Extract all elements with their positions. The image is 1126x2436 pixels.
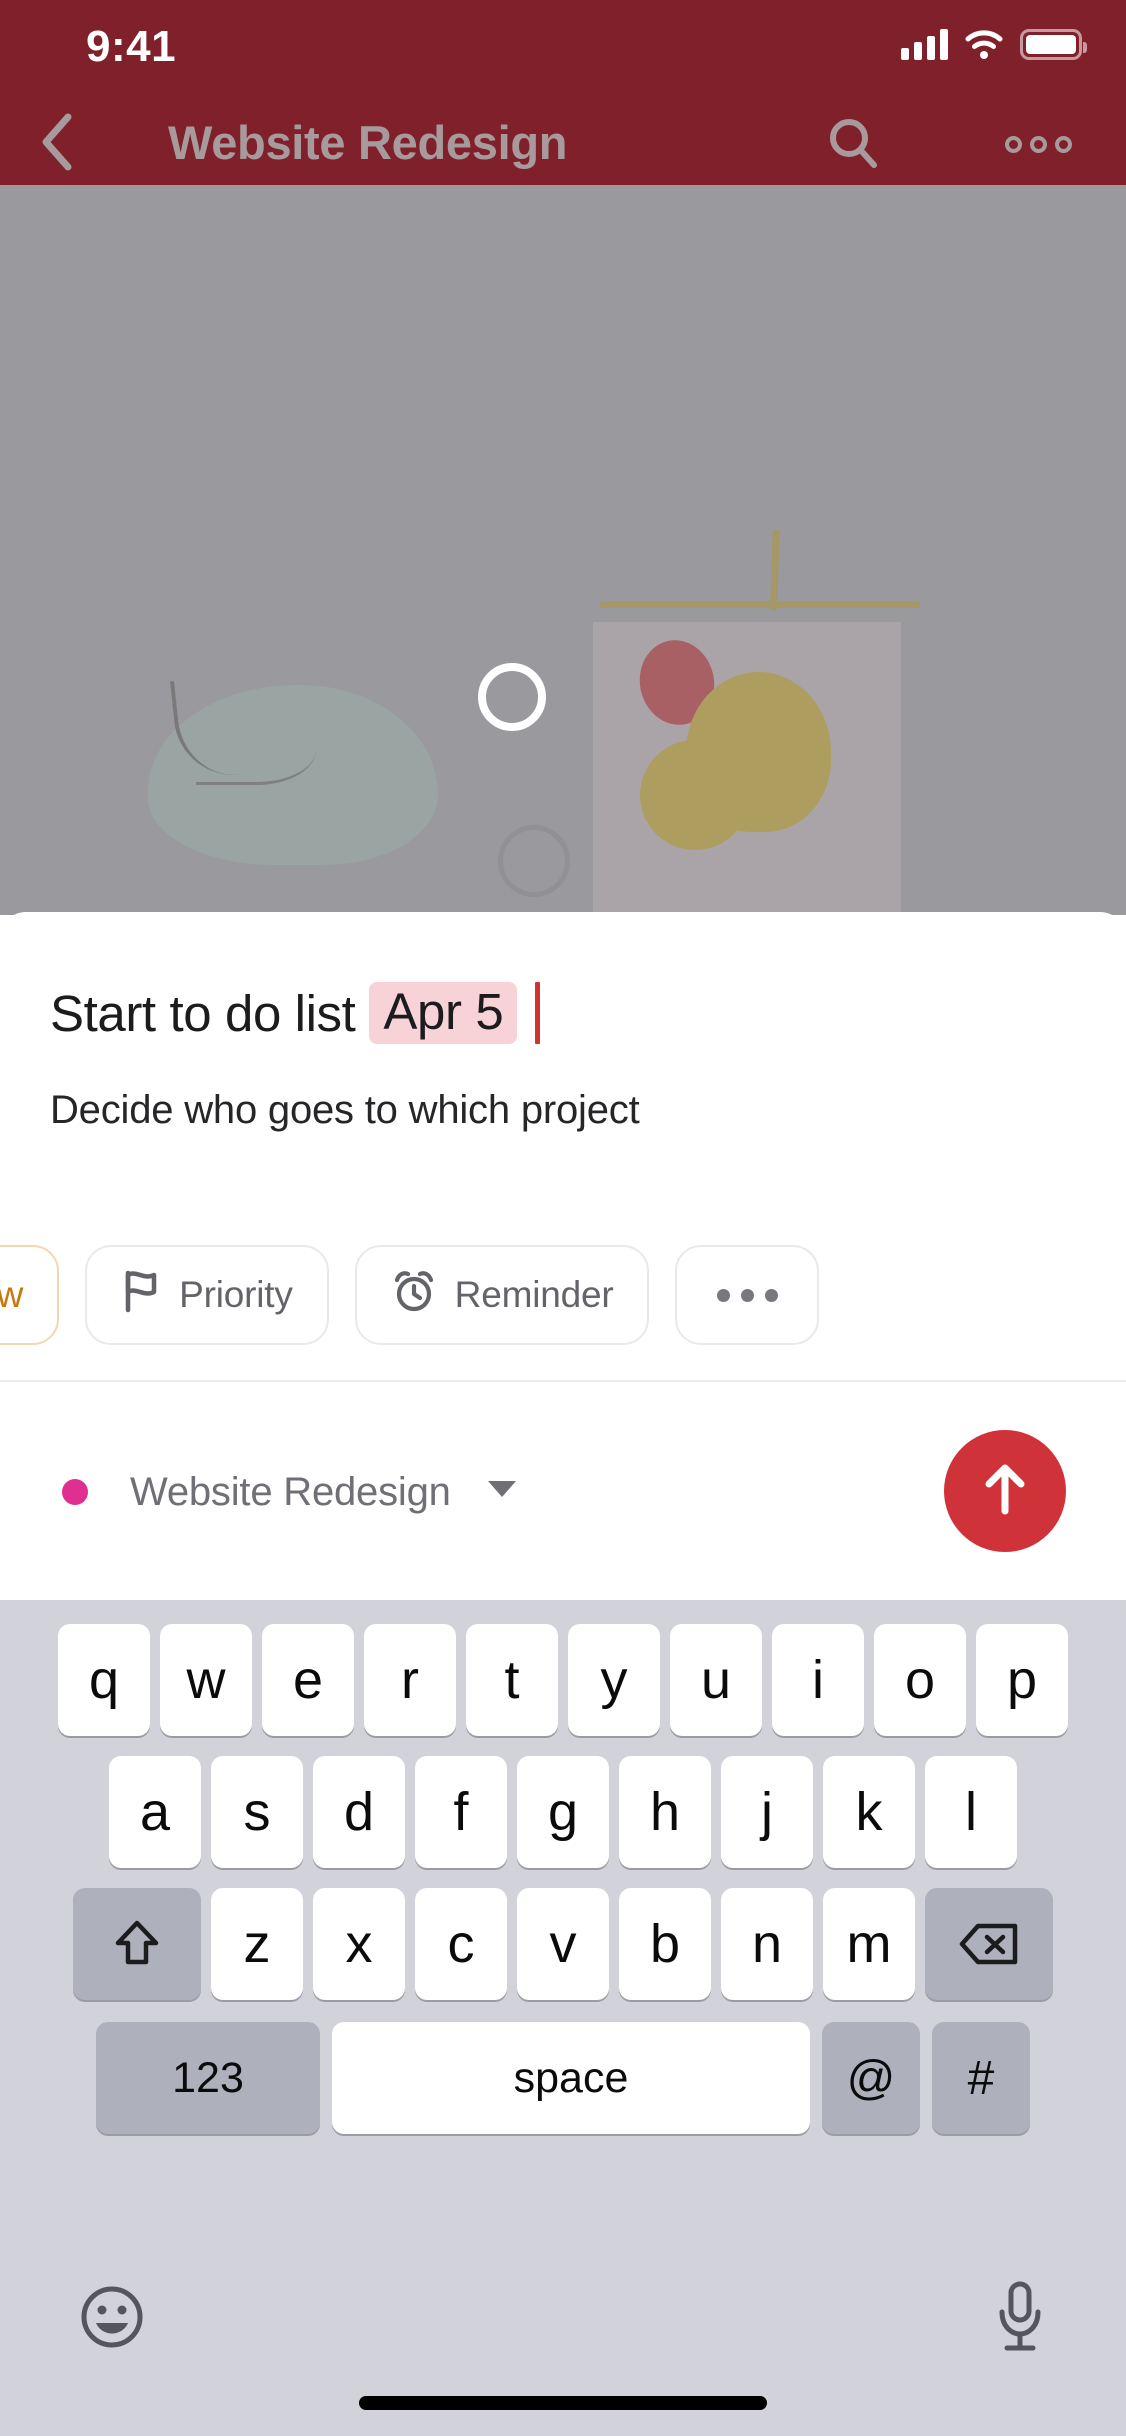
key-l[interactable]: l: [925, 1756, 1017, 1868]
key-e[interactable]: e: [262, 1624, 354, 1736]
focus-ring[interactable]: [478, 663, 546, 731]
flag-icon: [121, 1269, 161, 1322]
key-g[interactable]: g: [517, 1756, 609, 1868]
key-n[interactable]: n: [721, 1888, 813, 2000]
key-r[interactable]: r: [364, 1624, 456, 1736]
key-at[interactable]: @: [822, 2022, 920, 2134]
send-button[interactable]: [944, 1430, 1066, 1552]
illustration-wire-loop: [498, 825, 570, 897]
text-caret: [535, 982, 541, 1044]
battery-icon: [1020, 28, 1087, 60]
reminder-chip[interactable]: Reminder: [354, 1245, 650, 1345]
key-d[interactable]: d: [313, 1756, 405, 1868]
key-y[interactable]: y: [568, 1624, 660, 1736]
task-title-text: Start to do list: [50, 984, 356, 1042]
status-bar-indicators: [901, 28, 1087, 60]
key-h[interactable]: h: [619, 1756, 711, 1868]
page-title: Website Redesign: [168, 115, 568, 169]
more-options-icon[interactable]: [1000, 106, 1076, 182]
search-icon[interactable]: [816, 106, 892, 182]
key-u[interactable]: u: [670, 1624, 762, 1736]
more-horizontal-icon-dot: [740, 1288, 754, 1302]
chevron-down-icon[interactable]: [488, 1481, 516, 1497]
key-o[interactable]: o: [874, 1624, 966, 1736]
project-name-label[interactable]: Website Redesign: [130, 1462, 451, 1522]
key-q[interactable]: q: [58, 1624, 150, 1736]
key-f[interactable]: f: [415, 1756, 507, 1868]
cellular-signal-icon: [901, 28, 948, 60]
chevron-left-icon[interactable]: [20, 104, 96, 180]
key-k[interactable]: k: [823, 1756, 915, 1868]
date-chip[interactable]: Apr 5: [369, 982, 518, 1044]
keyboard-row-1: q w e r t y u i o p: [0, 1624, 1126, 1736]
arrow-up-icon: [977, 1459, 1033, 1524]
due-date-chip[interactable]: rrow: [0, 1245, 60, 1345]
key-s[interactable]: s: [211, 1756, 303, 1868]
emoji-smiley-icon[interactable]: [78, 2283, 146, 2356]
backspace-icon[interactable]: [925, 1888, 1053, 2000]
keyboard-bottom-bar: [0, 2264, 1126, 2374]
phone-screen: 9:41 Website Redesign Start to do list A…: [0, 0, 1126, 2436]
shift-icon[interactable]: [73, 1888, 201, 2000]
quick-action-chip-row[interactable]: rrow Priority: [0, 1230, 1126, 1360]
key-i[interactable]: i: [772, 1624, 864, 1736]
more-horizontal-icon-dot: [764, 1288, 778, 1302]
software-keyboard[interactable]: q w e r t y u i o p a s d f g h j k l z …: [0, 1600, 1126, 2436]
key-a[interactable]: a: [109, 1756, 201, 1868]
illustration-rail: [600, 601, 920, 608]
status-bar-time: 9:41: [86, 22, 177, 71]
home-indicator: [359, 2396, 767, 2410]
keyboard-row-3: z x c v b n m: [0, 1888, 1126, 2000]
key-x[interactable]: x: [313, 1888, 405, 2000]
key-j[interactable]: j: [721, 1756, 813, 1868]
priority-chip[interactable]: Priority: [85, 1245, 329, 1345]
key-c[interactable]: c: [415, 1888, 507, 2000]
key-numbers[interactable]: 123: [96, 2022, 320, 2134]
keyboard-row-4: 123 space @ #: [0, 2022, 1126, 2134]
key-v[interactable]: v: [517, 1888, 609, 2000]
illustration: [0, 185, 1126, 915]
media-preview-area[interactable]: [0, 185, 1126, 915]
key-z[interactable]: z: [211, 1888, 303, 2000]
illustration-yellow-shape-a: [686, 672, 831, 832]
keyboard-row-2: a s d f g h j k l: [0, 1756, 1126, 1868]
task-composer-sheet: Start to do list Apr 5 Decide who goes t…: [0, 912, 1126, 1600]
key-p[interactable]: p: [976, 1624, 1068, 1736]
status-bar: 9:41: [0, 0, 1126, 100]
illustration-stick: [770, 529, 780, 611]
reminder-chip-label: Reminder: [454, 1274, 614, 1315]
navigation-bar: Website Redesign: [0, 100, 1126, 185]
key-t[interactable]: t: [466, 1624, 558, 1736]
wifi-icon: [964, 28, 1004, 60]
priority-chip-label: Priority: [179, 1274, 293, 1315]
due-date-chip-label: rrow: [0, 1274, 24, 1315]
project-selector-row: Website Redesign: [0, 1382, 1126, 1600]
task-description-input[interactable]: Decide who goes to which project: [50, 1088, 1086, 1133]
key-hash[interactable]: #: [932, 2022, 1030, 2134]
project-color-dot: [62, 1479, 88, 1505]
task-title-input[interactable]: Start to do list Apr 5: [50, 982, 1086, 1044]
illustration-stem-secondary: [196, 715, 316, 785]
microphone-icon[interactable]: [992, 2279, 1048, 2360]
key-w[interactable]: w: [160, 1624, 252, 1736]
key-m[interactable]: m: [823, 1888, 915, 2000]
more-horizontal-icon-dot: [716, 1288, 730, 1302]
key-b[interactable]: b: [619, 1888, 711, 2000]
alarm-clock-icon: [391, 1268, 437, 1323]
key-space[interactable]: space: [332, 2022, 810, 2134]
more-actions-chip[interactable]: [675, 1245, 820, 1345]
